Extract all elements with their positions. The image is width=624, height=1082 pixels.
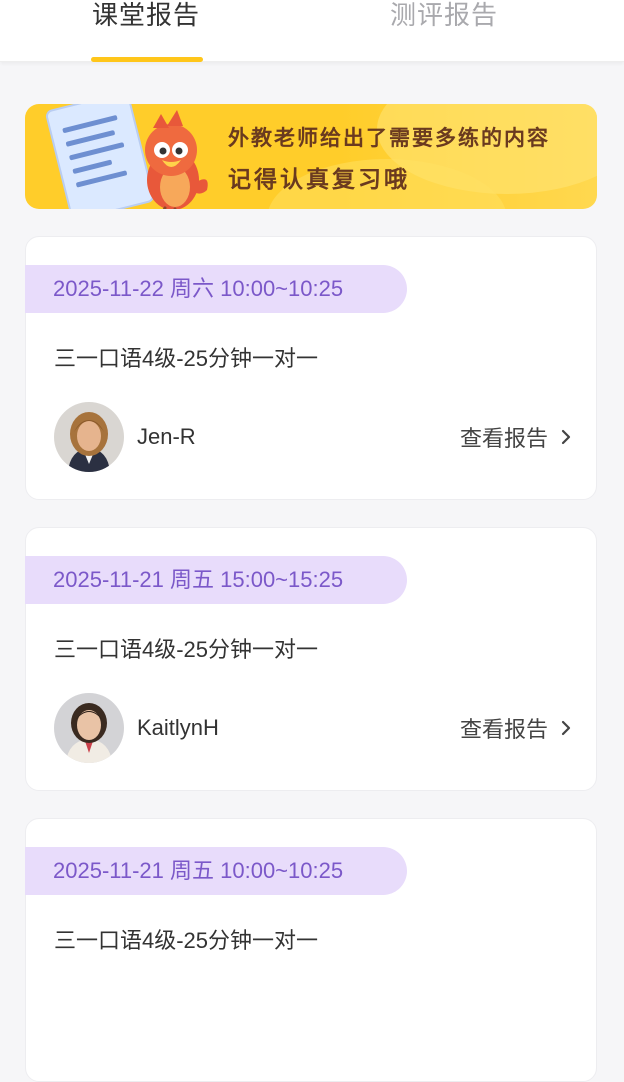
view-report-label: 查看报告: [459, 426, 548, 451]
report-tabs: 课堂报告 测评报告: [0, 0, 624, 62]
teacher-name: Jen-R: [137, 424, 196, 449]
view-report-link[interactable]: 查看报告: [460, 712, 572, 744]
teacher-name: KaitlynH: [137, 715, 219, 740]
course-title: 三一口语4级-25分钟一对一: [54, 346, 319, 371]
class-report-card[interactable]: 2025-11-21 周五 10:00~10:25 三一口语4级-25分钟一对一: [25, 818, 597, 1082]
teacher-avatar: [54, 693, 124, 763]
class-date-badge: 2025-11-21 周五 10:00~10:25: [25, 847, 407, 895]
banner-text-line2: 记得认真复习哦: [228, 167, 410, 193]
banner-text-line1: 外教老师给出了需要多练的内容: [228, 126, 550, 150]
course-title: 三一口语4级-25分钟一对一: [54, 637, 319, 662]
course-title: 三一口语4级-25分钟一对一: [54, 928, 319, 953]
class-report-card[interactable]: 2025-11-21 周五 15:00~15:25 三一口语4级-25分钟一对一…: [25, 527, 597, 791]
view-report-label: 查看报告: [459, 717, 548, 742]
class-date-badge: 2025-11-21 周五 15:00~15:25: [25, 556, 407, 604]
class-date-badge: 2025-11-22 周六 10:00~10:25: [25, 265, 407, 313]
active-tab-indicator: [91, 57, 203, 62]
chevron-right-icon: [561, 720, 571, 736]
teacher-avatar: [54, 402, 124, 472]
tab-assessment-report[interactable]: 测评报告: [390, 0, 498, 38]
chevron-right-icon: [561, 429, 571, 445]
view-report-link[interactable]: 查看报告: [460, 421, 572, 453]
class-report-card[interactable]: 2025-11-22 周六 10:00~10:25 三一口语4级-25分钟一对一…: [25, 236, 597, 500]
tab-class-report[interactable]: 课堂报告: [92, 0, 200, 38]
review-reminder-banner: 外教老师给出了需要多练的内容 记得认真复习哦: [25, 104, 597, 209]
parrot-mascot-icon: [45, 104, 208, 209]
